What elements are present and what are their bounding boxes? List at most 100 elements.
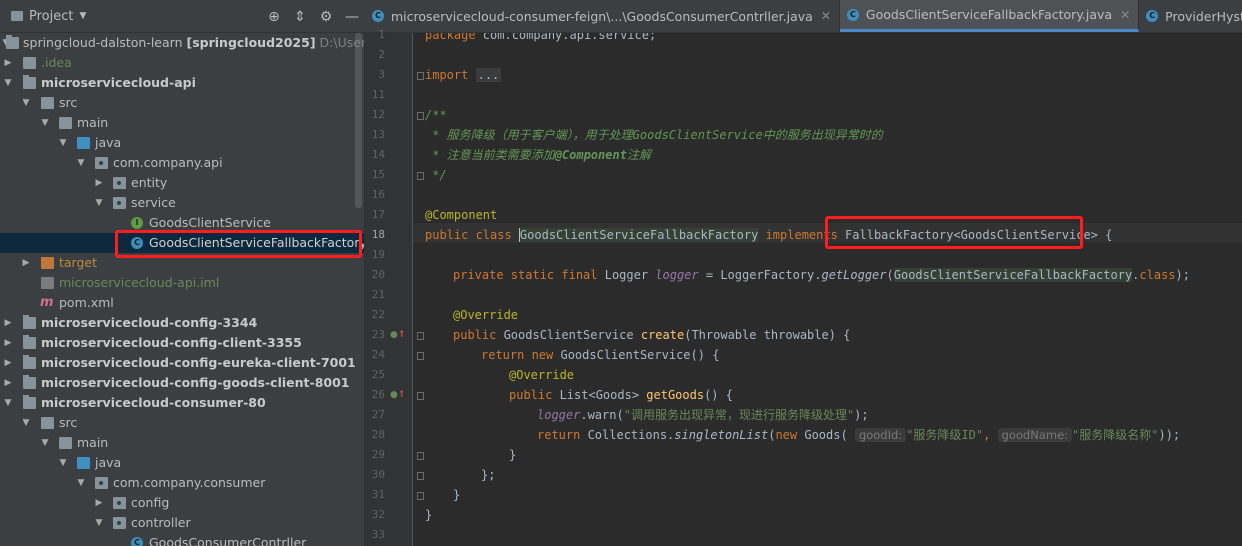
tab-label: microservicecloud-consumer-feign\...\Goo… <box>391 8 813 24</box>
project-tree[interactable]: ▼ springcloud-dalston-learn [springcloud… <box>0 33 365 546</box>
chevron-down-icon[interactable]: ▼ <box>21 413 31 433</box>
tree-row-src-2[interactable]: ▼ src <box>0 413 364 433</box>
tree-item-label: entity <box>131 175 168 190</box>
line-number: 20 <box>371 268 385 281</box>
chevron-right-icon[interactable]: ▶ <box>94 173 104 193</box>
tree-row-service[interactable]: ▼ service <box>0 193 364 213</box>
line-number: 29 <box>371 448 385 461</box>
tree-item-label: GoodsConsumerContrller <box>149 535 307 546</box>
chevron-right-icon[interactable]: ▶ <box>3 313 13 333</box>
module-folder-icon <box>23 335 36 349</box>
code-line-22: @Override <box>453 308 519 322</box>
chevron-right-icon[interactable]: ▶ <box>3 53 13 73</box>
class-name: GoodsClientServiceFallbackFactory <box>893 268 1133 282</box>
tree-row-config[interactable]: ▶ config <box>0 493 364 513</box>
tree-row-package-api[interactable]: ▼ com.company.api <box>0 153 364 173</box>
chevron-down-icon[interactable]: ▼ <box>94 513 104 533</box>
tree-row-idea[interactable]: ▶ .idea <box>0 53 364 73</box>
tree-row-java-2[interactable]: ▼ java <box>0 453 364 473</box>
gear-icon[interactable]: ⚙ <box>313 9 339 25</box>
chevron-right-icon[interactable]: ▶ <box>3 373 13 393</box>
tab-goods-consumer-controller[interactable]: C microservicecloud-consumer-feign\...\G… <box>365 0 840 32</box>
class-name: GoodsClientServiceFallbackFactory <box>518 228 759 242</box>
tree-item-label: service <box>131 195 176 210</box>
line-number: 12 <box>371 108 385 121</box>
class-icon: C <box>131 237 143 249</box>
module-folder-icon <box>23 375 36 389</box>
tree-row-config-goods-8001[interactable]: ▶ microservicecloud-config-goods-client-… <box>0 373 364 393</box>
tree-row-entity[interactable]: ▶ entity <box>0 173 364 193</box>
chevron-right-icon[interactable]: ▶ <box>21 253 31 273</box>
tree-row-goods-consumer-controller[interactable]: C GoodsConsumerContrller <box>0 533 364 546</box>
tree-row-consumer-80[interactable]: ▼ microservicecloud-consumer-80 <box>0 393 364 413</box>
tree-row-root[interactable]: ▼ springcloud-dalston-learn [springcloud… <box>0 33 364 53</box>
chevron-down-icon[interactable]: ▼ <box>3 393 13 413</box>
line-number: 2 <box>378 48 385 61</box>
chevron-down-icon[interactable]: ▼ <box>76 473 86 493</box>
editor-gutter[interactable]: 1 2 3 11 12 13 14 15 16 17 18 19 20 21 2… <box>365 28 424 546</box>
chevron-down-icon[interactable]: ▼ <box>3 73 13 93</box>
tree-row-pom[interactable]: m pom.xml <box>0 293 364 313</box>
tree-row-iml[interactable]: microservicecloud-api.iml <box>0 273 364 293</box>
implement-marker-icon[interactable]: ●↑ <box>390 385 405 405</box>
code-line-27: logger.warn("调用服务出现异常，现进行服务降级处理"); <box>537 405 869 425</box>
locate-icon[interactable]: ⊕ <box>261 9 287 25</box>
chevron-down-icon[interactable]: ▼ <box>94 193 104 213</box>
tree-row-goods-client-service[interactable]: I GoodsClientService <box>0 213 364 233</box>
code-line-3: import ... <box>425 65 502 85</box>
chevron-right-icon[interactable]: ▶ <box>94 493 104 513</box>
chevron-down-icon[interactable]: ▼ <box>58 133 68 153</box>
tree-item-label: GoodsClientServiceFallbackFactory <box>149 235 365 250</box>
chevron-down-icon[interactable]: ▼ <box>76 153 86 173</box>
folder-icon <box>41 417 54 429</box>
implement-marker-icon[interactable]: ●↑ <box>390 325 405 345</box>
line-number: 26 <box>371 388 385 401</box>
tab-fallback-factory[interactable]: C GoodsClientServiceFallbackFactory.java… <box>839 0 1140 32</box>
package-icon <box>95 157 108 169</box>
keyword: public <box>453 328 504 342</box>
tree-row-main-2[interactable]: ▼ main <box>0 433 364 453</box>
collapse-all-icon[interactable]: ⇕ <box>287 9 313 25</box>
line-number: 24 <box>371 348 385 361</box>
code-editor[interactable]: package com.company.api.service; import … <box>413 33 1242 546</box>
close-icon[interactable]: ✕ <box>821 9 831 23</box>
tree-item-label: java <box>95 455 122 470</box>
code-line-30: }; <box>481 468 496 482</box>
tree-row-fallback-factory[interactable]: C GoodsClientServiceFallbackFactory <box>0 233 364 253</box>
line-number: 30 <box>371 468 385 481</box>
tree-row-java[interactable]: ▼ java <box>0 133 364 153</box>
code-line-26: public List<Goods> getGoods() { <box>509 385 733 405</box>
keyword: return new <box>481 348 561 362</box>
tree-row-main[interactable]: ▼ main <box>0 113 364 133</box>
code-text: ); <box>1175 268 1190 282</box>
tree-row-config-client-3355[interactable]: ▶ microservicecloud-config-client-3355 <box>0 333 364 353</box>
tab-provider-hystrix[interactable]: C ProviderHystrix8001Ap <box>1139 0 1242 32</box>
tree-row-package-consumer[interactable]: ▼ com.company.consumer <box>0 473 364 493</box>
keyword: return <box>537 428 588 442</box>
chevron-down-icon[interactable]: ▼ <box>21 93 31 113</box>
chevron-down-icon[interactable]: ▼ <box>40 113 50 133</box>
project-tool-header: Project ▼ ⊕ ⇕ ⚙ — <box>0 0 365 33</box>
tree-row-config-3344[interactable]: ▶ microservicecloud-config-3344 <box>0 313 364 333</box>
module-folder-icon <box>23 75 36 89</box>
close-icon[interactable]: ✕ <box>1120 8 1130 22</box>
hide-icon[interactable]: — <box>339 9 365 25</box>
tree-row-src[interactable]: ▼ src <box>0 93 364 113</box>
chevron-right-icon[interactable]: ▶ <box>3 353 13 373</box>
code-line-24: return new GoodsClientService() { <box>481 345 719 365</box>
chevron-down-icon[interactable]: ▼ <box>40 433 50 453</box>
tree-row-api-module[interactable]: ▼ microservicecloud-api <box>0 73 364 93</box>
code-line-25: @Override <box>509 368 575 382</box>
folded-imports[interactable]: ... <box>475 68 502 82</box>
project-view-selector[interactable]: Project ▼ <box>11 9 86 24</box>
tree-row-config-eureka-7001[interactable]: ▶ microservicecloud-config-eureka-client… <box>0 353 364 373</box>
keyword: private static final <box>453 268 605 282</box>
tab-label: ProviderHystrix8001Ap <box>1165 8 1242 24</box>
tree-row-controller[interactable]: ▼ controller <box>0 513 364 533</box>
keyword: import <box>425 68 469 82</box>
tree-row-target[interactable]: ▶ target <box>0 253 364 273</box>
project-title: Project <box>29 8 74 24</box>
class-icon: C <box>131 537 143 546</box>
chevron-down-icon[interactable]: ▼ <box>58 453 68 473</box>
chevron-right-icon[interactable]: ▶ <box>3 333 13 353</box>
